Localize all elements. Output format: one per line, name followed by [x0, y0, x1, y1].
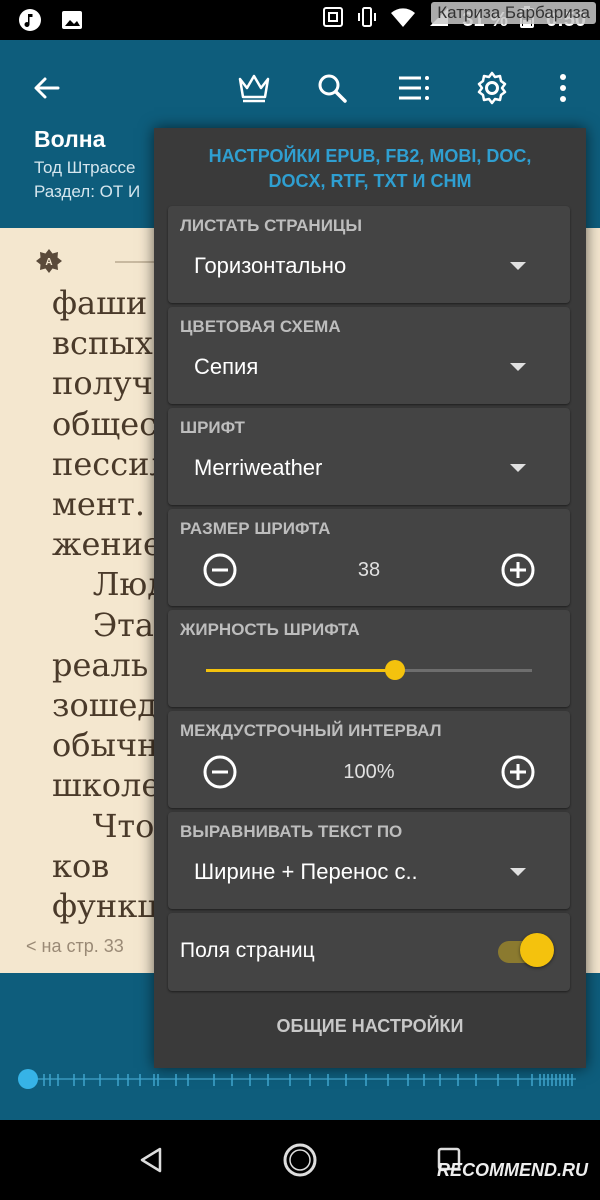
slider-fill — [206, 669, 396, 672]
reader-line: получ — [52, 364, 153, 403]
reader-line: мент. — [52, 485, 146, 523]
nav-home-icon[interactable] — [282, 1142, 318, 1183]
nfc-icon — [322, 6, 344, 34]
font-weight-control: ЖИРНОСТЬ ШРИФТА — [168, 610, 570, 707]
decrease-font-size-button[interactable] — [202, 552, 238, 588]
book-author: Тод Штрассе — [34, 158, 136, 177]
general-settings-button[interactable]: ОБЩИЕ НАСТРОЙКИ — [154, 1016, 586, 1037]
chevron-down-icon — [510, 262, 526, 270]
alignment-select[interactable]: ВЫРАВНИВАТЬ ТЕКСТ ПО Ширине + Перенос с.… — [168, 812, 570, 909]
reader-line: школе — [52, 766, 161, 805]
minus-circle-icon — [203, 553, 237, 587]
reader-line: функц — [52, 887, 158, 925]
wifi-icon — [390, 6, 416, 34]
reader-line: реаль — [52, 645, 149, 684]
plus-circle-icon — [501, 755, 535, 789]
slider-thumb[interactable] — [385, 660, 406, 680]
image-icon — [60, 8, 84, 38]
nav-back-icon[interactable] — [138, 1146, 164, 1179]
music-note-icon — [18, 8, 42, 38]
search-icon[interactable] — [312, 68, 352, 108]
chevron-down-icon — [510, 363, 526, 371]
reader-line: Что — [52, 806, 155, 845]
font-size-label: РАЗМЕР ШРИФТА — [180, 519, 331, 538]
reader-line: зошед — [52, 686, 158, 724]
alignment-value: Ширине + Перенос с.. — [194, 859, 418, 884]
gear-icon[interactable] — [472, 68, 512, 108]
increase-font-size-button[interactable] — [500, 552, 536, 588]
auto-scroll-badge-icon[interactable]: A — [34, 248, 64, 283]
page-turn-select[interactable]: ЛИСТАТЬ СТРАНИЦЫ Горизонтально — [168, 206, 570, 303]
page-indicator: < на стр. 33 — [26, 936, 124, 956]
color-scheme-value: Сепия — [194, 354, 259, 379]
margins-toggle-knob[interactable] — [520, 933, 554, 967]
margins-label: Поля страниц — [180, 939, 315, 962]
reader-line: Люд — [52, 565, 167, 604]
font-select[interactable]: ШРИФТ Merriweather — [168, 408, 570, 505]
seek-ticks — [43, 1074, 573, 1086]
reader-line: жение — [52, 525, 162, 564]
increase-line-spacing-button[interactable] — [500, 754, 536, 790]
book-section: Раздел: ОТ И — [34, 182, 141, 201]
crown-icon[interactable] — [234, 68, 274, 108]
reader-line: ков — [52, 846, 110, 885]
reader-line: Эта — [52, 605, 154, 644]
decrease-line-spacing-button[interactable] — [202, 754, 238, 790]
font-size-stepper: РАЗМЕР ШРИФТА 38 — [168, 509, 570, 606]
user-name-overlay: Катриза Барбариза — [431, 2, 596, 24]
reader-line: пессил — [52, 444, 170, 483]
reader-line: общес — [52, 404, 158, 443]
color-scheme-label: ЦВЕТОВАЯ СХЕМА — [180, 317, 341, 336]
more-vert-icon[interactable] — [543, 68, 583, 108]
vibrate-icon — [356, 6, 378, 34]
color-scheme-select[interactable]: ЦВЕТОВАЯ СХЕМА Сепия — [168, 307, 570, 404]
page-turn-label: ЛИСТАТЬ СТРАНИЦЫ — [180, 216, 362, 235]
chevron-down-icon — [510, 868, 526, 876]
reader-line: обычн — [52, 726, 159, 765]
line-spacing-label: МЕЖДУСТРОЧНЫЙ ИНТЕРВАЛ — [180, 721, 442, 740]
status-bar: 31 % 0:50 Катриза Барбариза — [0, 0, 600, 40]
alignment-label: ВЫРАВНИВАТЬ ТЕКСТ ПО — [180, 822, 403, 841]
font-label: ШРИФТ — [180, 418, 245, 437]
font-value: Merriweather — [194, 455, 323, 480]
plus-circle-icon — [501, 553, 535, 587]
reader-line: фаши — [52, 284, 148, 322]
book-title: Волна — [34, 126, 106, 152]
margins-toggle-row[interactable]: Поля страниц — [168, 913, 570, 991]
line-spacing-stepper: МЕЖДУСТРОЧНЫЙ ИНТЕРВАЛ 100% — [168, 711, 570, 808]
watermark: RECOMMEND.RU — [437, 1160, 588, 1180]
toc-icon[interactable] — [394, 68, 434, 108]
page-turn-value: Горизонтально — [194, 253, 347, 278]
svg-text:A: A — [45, 257, 52, 268]
back-arrow-icon[interactable] — [26, 68, 66, 108]
panel-title: НАСТРОЙКИ EPUB, FB2, MOBI, DOC, DOCX, RT… — [208, 146, 532, 191]
reader-line: вспых — [52, 324, 153, 363]
settings-panel: НАСТРОЙКИ EPUB, FB2, MOBI, DOC, DOCX, RT… — [154, 128, 586, 1068]
minus-circle-icon — [203, 755, 237, 789]
font-weight-label: ЖИРНОСТЬ ШРИФТА — [180, 620, 360, 639]
font-weight-slider[interactable] — [206, 660, 532, 680]
chevron-down-icon — [510, 464, 526, 472]
